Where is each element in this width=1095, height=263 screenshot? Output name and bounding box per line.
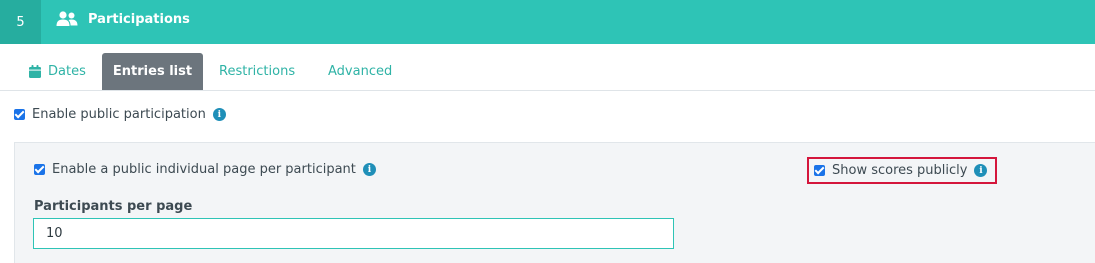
info-icon[interactable]: i <box>362 163 376 176</box>
users-icon <box>56 11 78 26</box>
enable-public-participation-checkbox[interactable] <box>14 109 25 120</box>
show-scores-publicly-row: Show scores publicly i <box>807 157 997 184</box>
show-scores-publicly-checkbox[interactable] <box>814 165 825 176</box>
enable-individual-page-checkbox[interactable] <box>34 164 45 175</box>
info-icon[interactable]: i <box>212 108 226 121</box>
participants-per-page-input[interactable] <box>33 218 674 249</box>
calendar-icon <box>29 65 41 78</box>
enable-public-participation-label: Enable public participation <box>32 107 206 122</box>
tab-entries-list[interactable]: Entries list <box>102 53 203 90</box>
enable-individual-page-row: Enable a public individual page per part… <box>34 162 376 177</box>
tab-dates[interactable]: Dates <box>29 53 86 90</box>
step-number-badge: 5 <box>0 0 41 44</box>
tab-dates-label: Dates <box>48 64 86 79</box>
section-title: Participations <box>88 12 190 27</box>
tab-restrictions[interactable]: Restrictions <box>219 53 295 90</box>
show-scores-publicly-label: Show scores publicly <box>832 163 968 178</box>
info-icon[interactable]: i <box>974 164 988 177</box>
enable-public-participation-row: Enable public participation i <box>14 107 226 122</box>
enable-individual-page-label: Enable a public individual page per part… <box>52 162 356 177</box>
section-header: 5 Participations <box>0 0 1095 44</box>
tab-bar: Dates Entries list Restrictions Advanced <box>0 53 1095 91</box>
participants-per-page-label: Participants per page <box>34 199 193 214</box>
tab-advanced[interactable]: Advanced <box>328 53 392 90</box>
